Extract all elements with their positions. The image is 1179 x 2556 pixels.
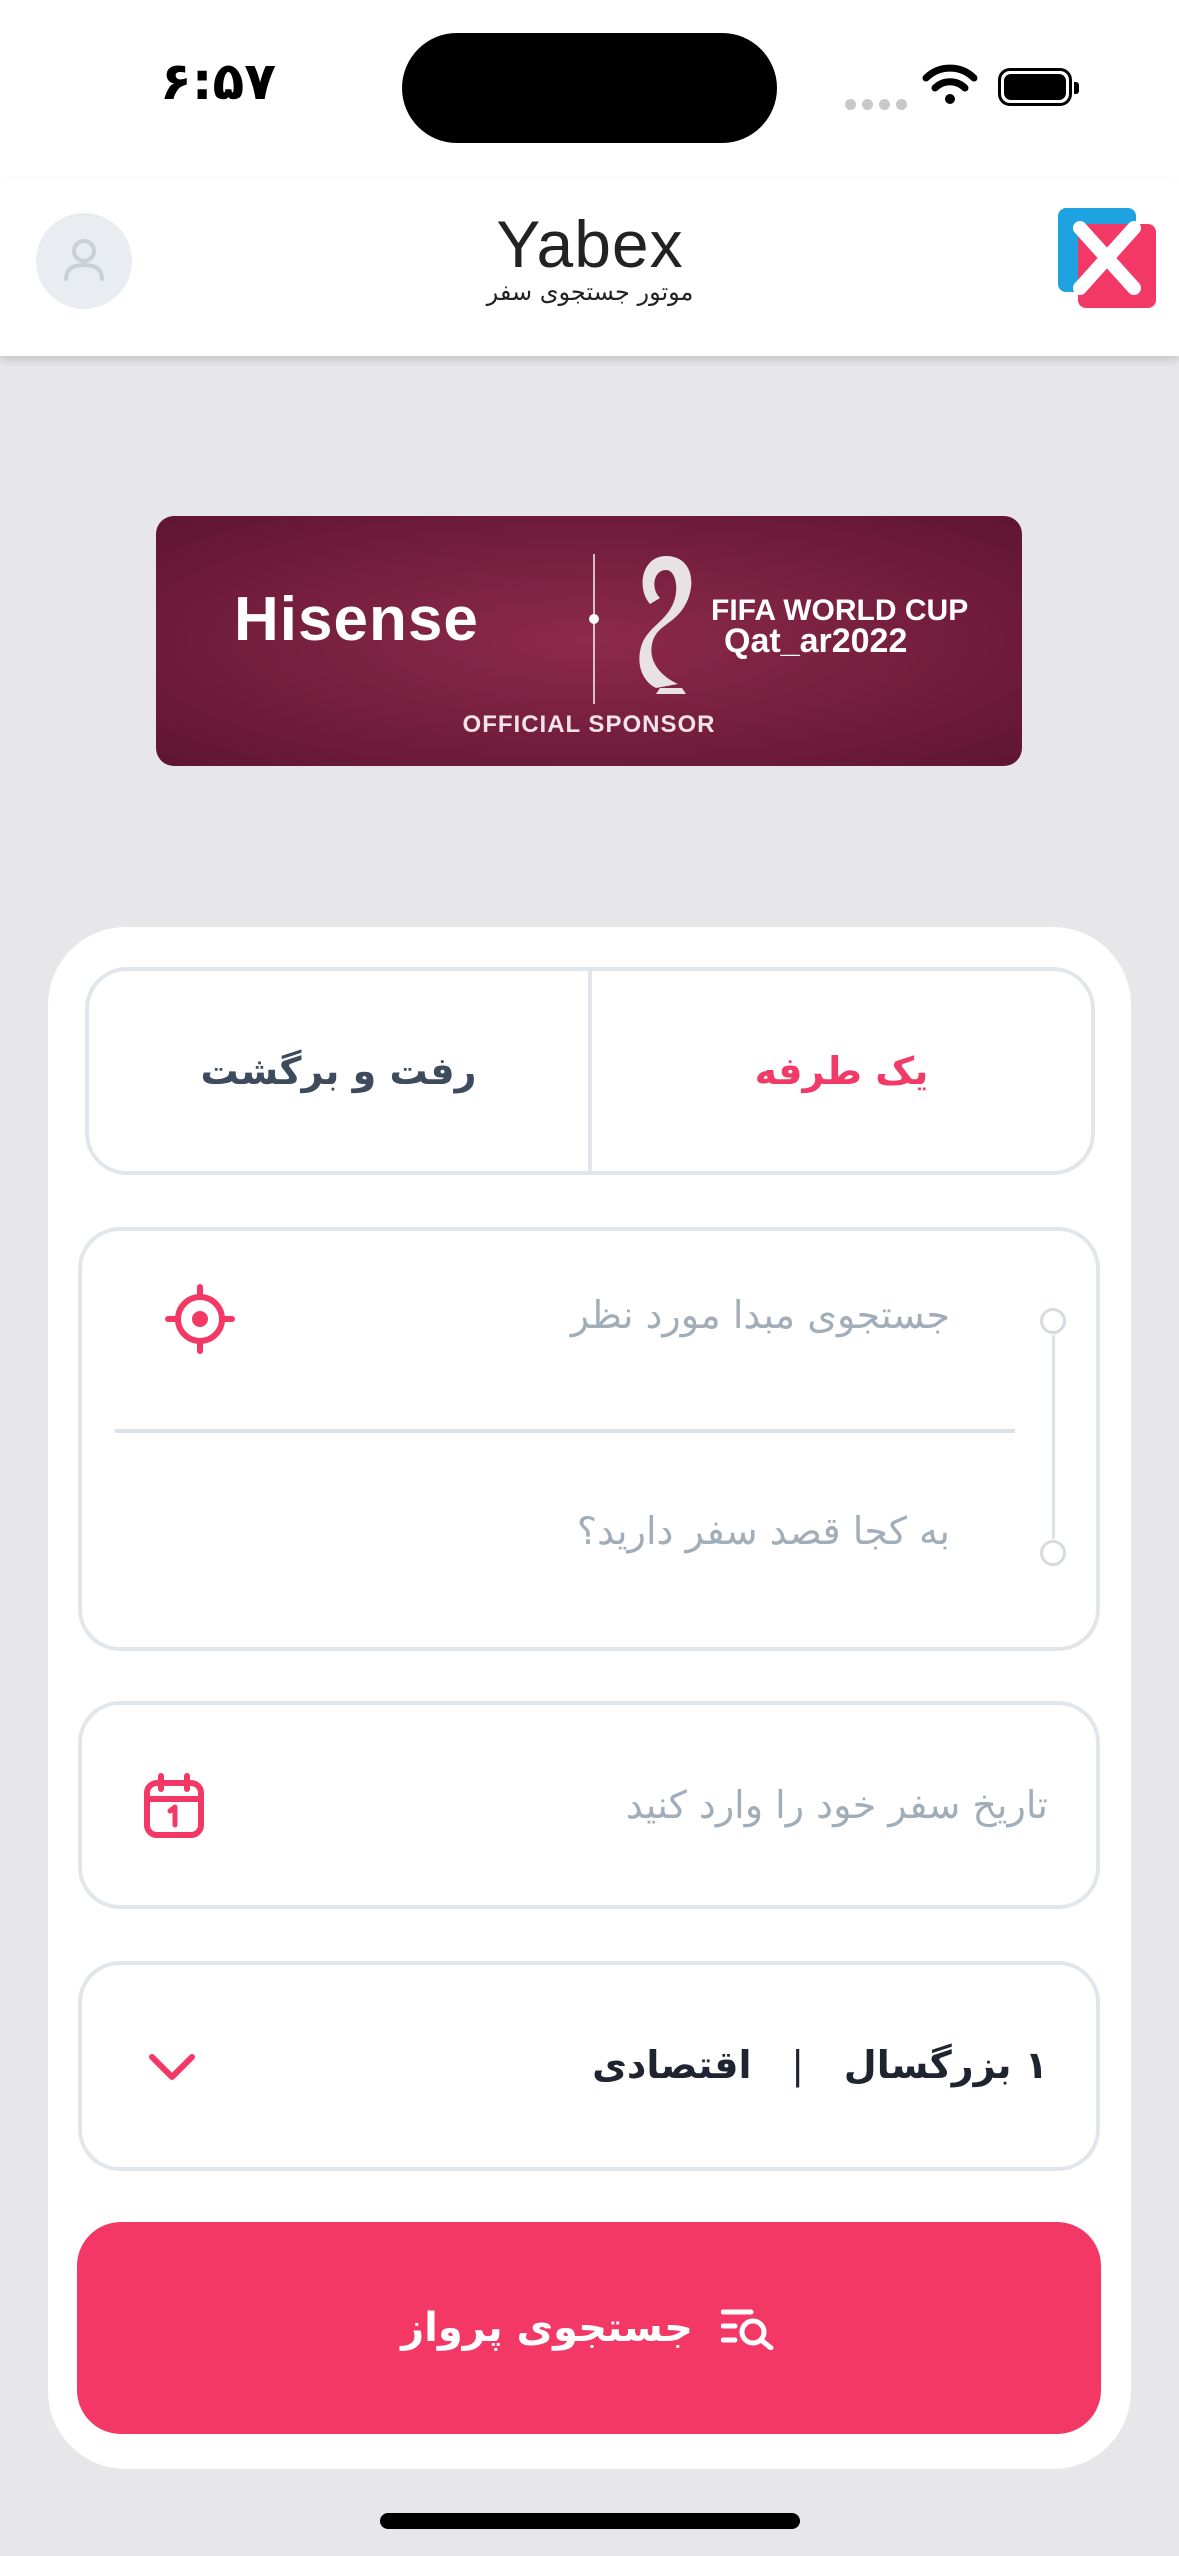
tab-round-trip[interactable]: رفت و برگشت bbox=[89, 971, 588, 1171]
flight-search-card: یک طرفه رفت و برگشت جستجوی مبدا مورد نظر… bbox=[48, 927, 1131, 2469]
route-input-group: جستجوی مبدا مورد نظر به کجا قصد سفر داری… bbox=[78, 1227, 1100, 1651]
dynamic-island bbox=[402, 33, 777, 143]
origin-input[interactable]: جستجوی مبدا مورد نظر bbox=[571, 1293, 950, 1337]
value-separator: | bbox=[791, 2043, 805, 2087]
route-divider bbox=[115, 1429, 1015, 1433]
banner-divider bbox=[593, 554, 595, 704]
destination-marker-icon bbox=[1040, 1540, 1066, 1566]
banner-event-line2: Qat_ar2022 bbox=[724, 622, 908, 660]
passenger-count: ۱ بزرگسال bbox=[843, 2043, 1048, 2087]
sponsor-banner[interactable]: Hisense FIFA WORLD CUP Qat_ar2022 OFFICI… bbox=[156, 516, 1022, 766]
wifi-icon bbox=[922, 64, 978, 104]
destination-input[interactable]: به کجا قصد سفر دارید؟ bbox=[577, 1509, 950, 1553]
tab-one-way[interactable]: یک طرفه bbox=[592, 971, 1091, 1171]
battery-icon bbox=[998, 68, 1079, 106]
search-button-label: جستجوی پرواز bbox=[401, 2305, 693, 2351]
locate-icon[interactable] bbox=[164, 1283, 236, 1355]
yabex-logo[interactable] bbox=[1058, 208, 1156, 308]
brand-subtitle: موتور جستجوی سفر bbox=[486, 278, 694, 306]
chevron-down-icon bbox=[149, 2054, 195, 2080]
banner-dot bbox=[589, 614, 599, 624]
banner-brand: Hisense bbox=[234, 585, 479, 654]
cabin-class: اقتصادی bbox=[592, 2043, 752, 2087]
world-cup-emblem-icon bbox=[639, 556, 692, 694]
app-header: Yabex موتور جستجوی سفر bbox=[0, 180, 1179, 356]
trip-toggle-divider bbox=[588, 971, 592, 1171]
passenger-class-value: ۱ بزرگسال | اقتصادی bbox=[592, 2043, 1048, 2087]
origin-marker-icon bbox=[1040, 1308, 1066, 1334]
trip-type-toggle: یک طرفه رفت و برگشت bbox=[85, 967, 1095, 1175]
date-placeholder: تاریخ سفر خود را وارد کنید bbox=[625, 1783, 1048, 1827]
travel-date-field[interactable]: تاریخ سفر خود را وارد کنید bbox=[78, 1701, 1100, 1909]
home-indicator[interactable] bbox=[380, 2513, 800, 2529]
search-flights-button[interactable]: جستجوی پرواز bbox=[77, 2222, 1101, 2434]
brand-name: Yabex bbox=[496, 207, 684, 281]
banner-tagline: OFFICIAL SPONSOR bbox=[462, 711, 716, 738]
route-connector bbox=[1052, 1335, 1055, 1539]
profile-button[interactable] bbox=[36, 213, 132, 309]
passenger-class-selector[interactable]: ۱ بزرگسال | اقتصادی bbox=[78, 1961, 1100, 2171]
status-time: ۶:۵۷ bbox=[160, 52, 277, 112]
cellular-signal-icon bbox=[845, 95, 913, 114]
user-icon bbox=[64, 239, 104, 281]
calendar-icon bbox=[144, 1773, 204, 1838]
status-bar: ۶:۵۷ bbox=[0, 0, 1179, 180]
search-list-icon bbox=[720, 2309, 774, 2350]
